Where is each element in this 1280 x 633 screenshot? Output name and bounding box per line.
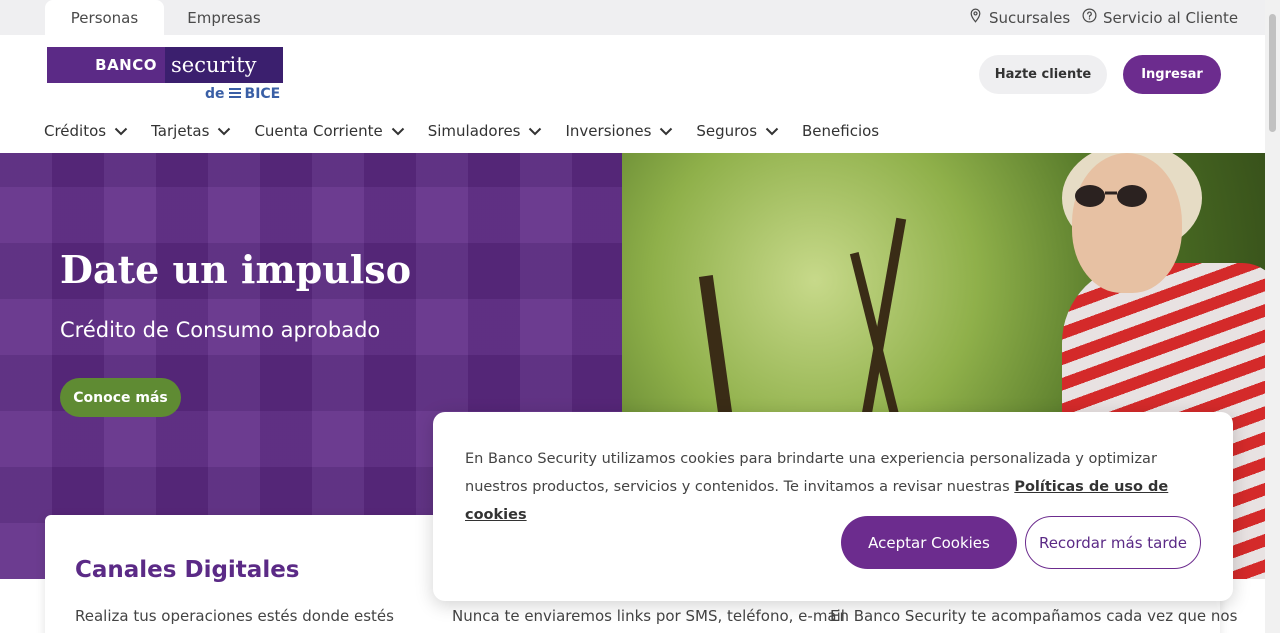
chevron-down-icon [114,127,128,135]
chevron-down-icon [391,127,404,135]
sunglasses-icon [1075,185,1147,207]
logo-de-text: de [205,86,225,102]
chevron-down-icon [660,127,673,135]
card-text: En Banco Security te acompañamos cada ve… [830,607,1238,625]
nav-item-seguros[interactable]: Seguros [696,122,779,140]
nav-item-label: Inversiones [565,122,652,140]
card-text: Realiza tus operaciones estés donde esté… [75,607,394,625]
conoce-mas-button[interactable]: Conoce más [60,378,181,417]
nav-item-beneficios[interactable]: Beneficios [802,122,879,140]
nav-item-label: Tarjetas [151,122,210,140]
ingresar-button[interactable]: Ingresar [1123,55,1221,94]
hero-subtitle: Crédito de Consumo aprobado [60,318,381,342]
logo-box: BANCO security [47,47,283,83]
nav-item-creditos[interactable]: Créditos [44,122,128,140]
bice-bars-icon [228,88,241,100]
top-utility-bar: Personas Empresas Sucursales Servicio al… [0,0,1265,35]
help-circle-icon [1082,8,1097,27]
nav-item-label: Beneficios [802,122,880,140]
canales-digitales-title: Canales Digitales [75,557,300,583]
chevron-down-icon [765,127,779,135]
servicio-cliente-link[interactable]: Servicio al Cliente [1082,0,1238,35]
aceptar-cookies-button[interactable]: Aceptar Cookies [841,516,1017,569]
sucursales-label: Sucursales [989,8,1071,27]
servicio-cliente-label: Servicio al Cliente [1103,8,1239,27]
tab-personas[interactable]: Personas [45,0,164,35]
nav-item-tarjetas[interactable]: Tarjetas [151,122,231,140]
logo-bice-text: BICE [244,86,281,102]
sucursales-link[interactable]: Sucursales [968,0,1070,35]
main-nav: Créditos Tarjetas Cuenta Corriente Simul… [44,118,902,144]
nav-item-inversiones[interactable]: Inversiones [565,122,673,140]
cookie-banner: En Banco Security utilizamos cookies par… [433,412,1233,601]
logo-bice: de BICE [205,86,280,102]
nav-item-label: Cuenta Corriente [254,122,383,140]
logo-security-text: security [165,47,283,83]
nav-item-simuladores[interactable]: Simuladores [428,122,543,140]
hazte-cliente-button[interactable]: Hazte cliente [979,55,1107,94]
card-text: Nunca te enviaremos links por SMS, teléf… [452,607,845,625]
nav-item-label: Créditos [44,122,107,140]
recordar-mas-tarde-button[interactable]: Recordar más tarde [1025,516,1201,569]
nav-item-label: Simuladores [427,122,521,140]
scrollbar-thumb[interactable] [1269,14,1276,132]
logo-banco-text: BANCO [47,47,165,83]
woman-face [1072,153,1182,293]
tab-empresas[interactable]: Empresas [164,0,284,35]
map-pin-icon [968,8,983,27]
chevron-down-icon [529,127,542,135]
banco-security-logo[interactable]: BANCO security de BICE [47,47,283,102]
page-scrollbar[interactable] [1265,0,1280,633]
chevron-down-icon [218,127,231,135]
nav-item-label: Seguros [696,122,758,140]
nav-item-cuenta-corriente[interactable]: Cuenta Corriente [254,122,404,140]
hero-title: Date un impulso [60,247,412,292]
